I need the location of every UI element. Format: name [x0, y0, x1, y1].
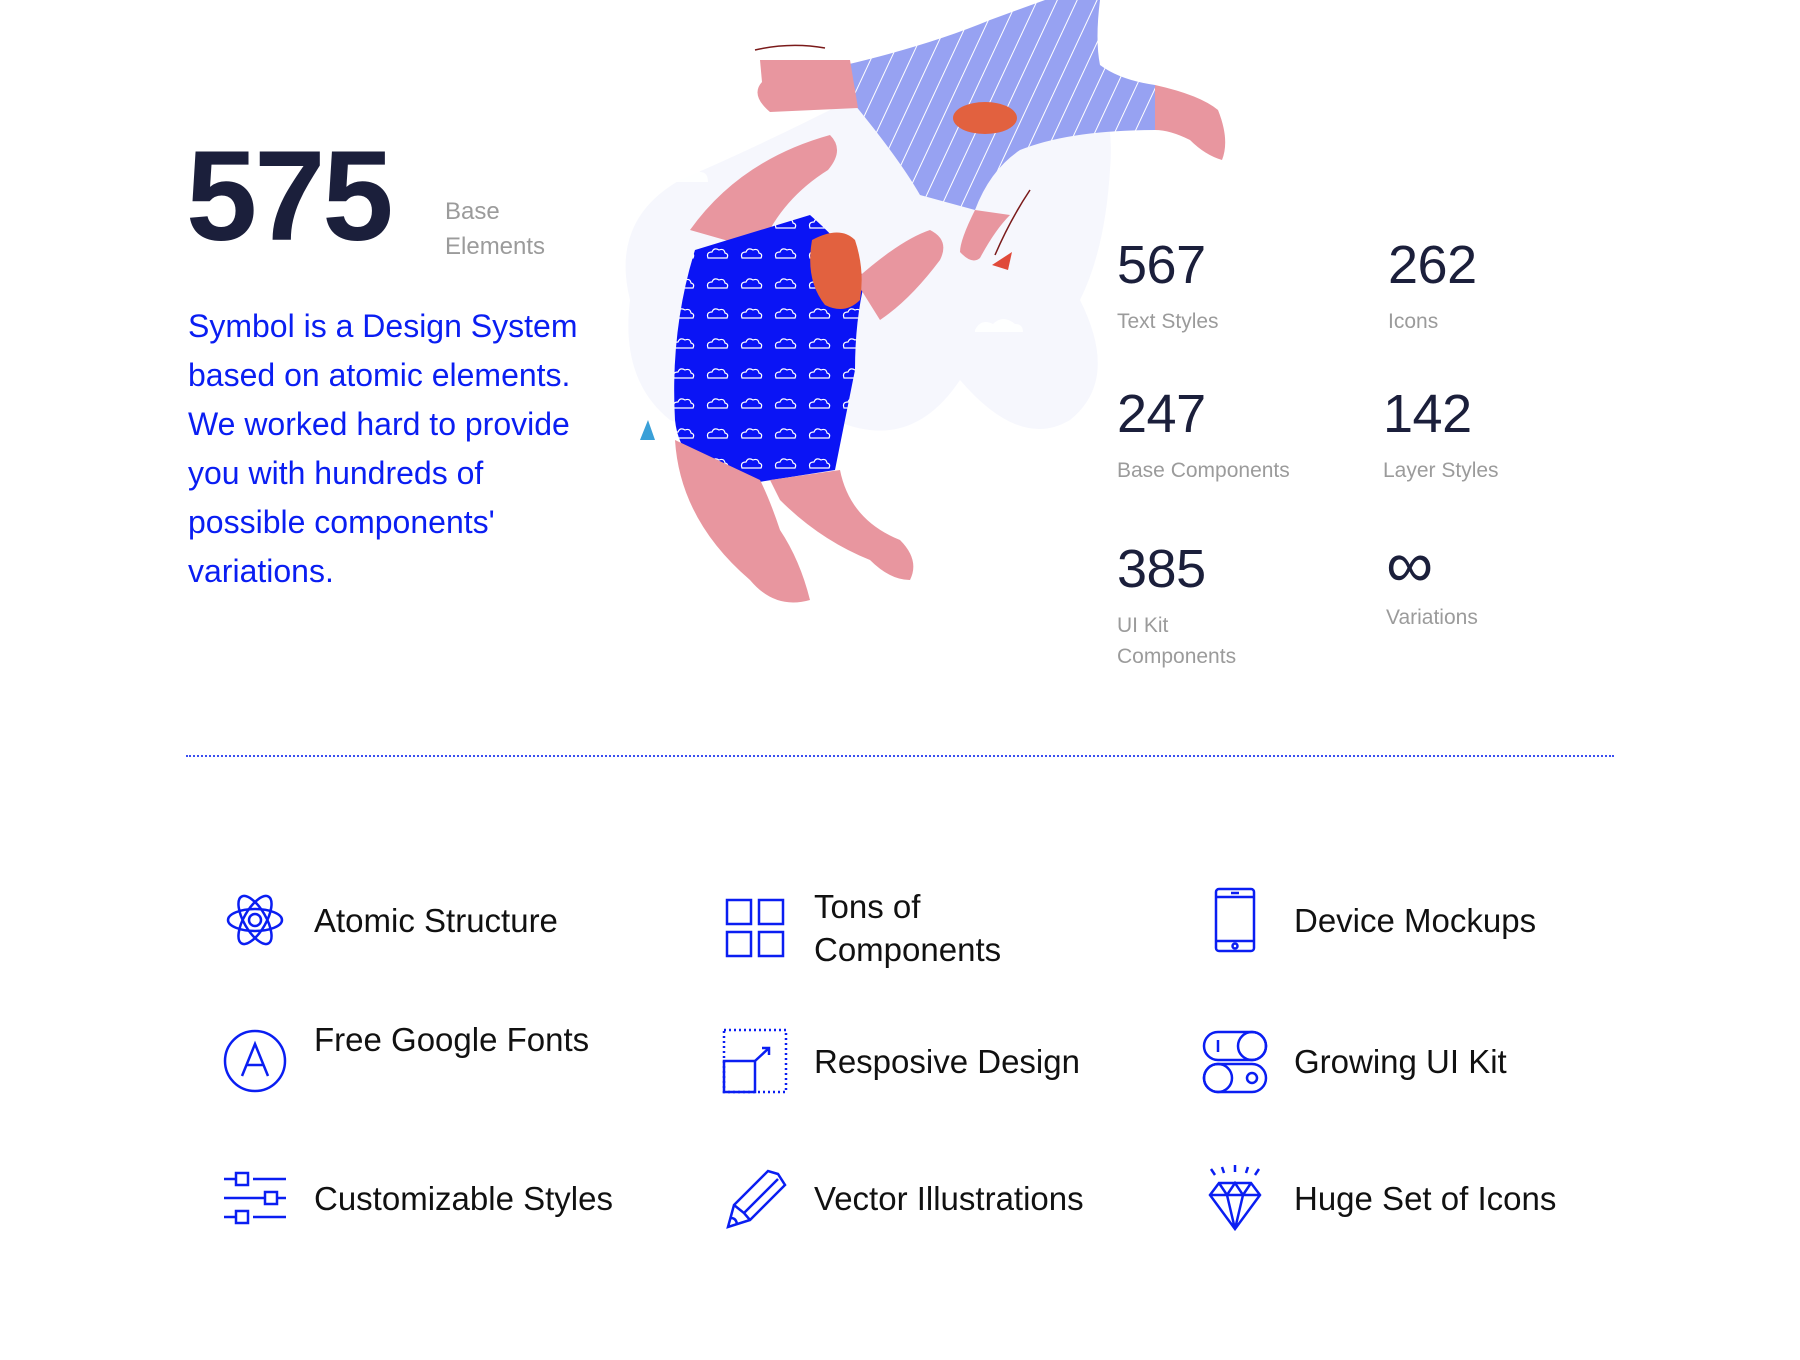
stat-ui-kit-components: 385 UI Kit Components — [1117, 542, 1267, 672]
pencil-icon — [720, 1163, 790, 1233]
infinity-symbol: ∞ — [1386, 527, 1433, 601]
feature-vector-illustrations: Vector Illustrations — [720, 1163, 1114, 1233]
stat-value: 247 — [1117, 384, 1206, 444]
stat-value: 567 — [1117, 235, 1206, 295]
feature-atomic-structure: Atomic Structure — [220, 885, 614, 955]
base-elements-count: 575 — [186, 125, 394, 268]
stat-value: 385 — [1117, 539, 1206, 599]
base-elements-label-line2: Elements — [445, 233, 546, 260]
feature-label: Resposive Design — [814, 1042, 1080, 1080]
atom-icon — [220, 885, 290, 955]
feature-label: Huge Set of Icons — [1294, 1179, 1557, 1217]
stat-label: Layer Styles — [1383, 459, 1499, 482]
stat-label: Icons — [1388, 310, 1439, 333]
feature-device-mockups: Device Mockups — [1200, 885, 1594, 955]
base-elements-label: Base Elements — [445, 194, 545, 264]
feature-label: Device Mockups — [1294, 901, 1537, 939]
stat-text-styles: 567 Text Styles — [1117, 238, 1337, 337]
stat-icons: 262 Icons — [1388, 238, 1608, 337]
feature-customizable-styles: Customizable Styles — [220, 1163, 614, 1233]
font-a-icon — [220, 1026, 290, 1096]
section-divider — [186, 755, 1614, 757]
sliders-icon — [220, 1163, 290, 1233]
stat-variations: ∞ Variations — [1386, 527, 1606, 633]
feature-huge-set-of-icons: Huge Set of Icons — [1200, 1163, 1594, 1233]
feature-label: Customizable Styles — [314, 1179, 613, 1217]
feature-tons-of-components: Tons of Components — [720, 885, 1114, 971]
feature-growing-ui-kit: Growing UI Kit — [1200, 1026, 1594, 1096]
feature-label: Atomic Structure — [314, 901, 558, 939]
stat-value: 262 — [1388, 235, 1477, 295]
toggle-icon — [1200, 1026, 1270, 1096]
resize-icon — [720, 1026, 790, 1096]
base-elements-label-line1: Base — [445, 198, 500, 225]
phone-icon — [1200, 885, 1270, 955]
feature-label: Vector Illustrations — [814, 1179, 1084, 1217]
feature-label: Growing UI Kit — [1294, 1042, 1507, 1080]
feature-label: Tons of Components — [814, 888, 1002, 968]
feature-free-google-fonts: Free Google Fonts — [220, 1021, 614, 1096]
feature-label: Free Google Fonts — [314, 1021, 590, 1058]
stat-label: UI Kit Components — [1117, 614, 1237, 668]
feature-responsive-design: Resposive Design — [720, 1026, 1114, 1096]
intro-paragraph: Symbol is a Design System based on atomi… — [188, 308, 578, 589]
stat-label: Variations — [1386, 606, 1478, 629]
stat-value: 142 — [1383, 384, 1472, 444]
diamond-icon — [1200, 1163, 1270, 1233]
stat-layer-styles: 142 Layer Styles — [1383, 387, 1603, 486]
stat-label: Base Components — [1117, 459, 1290, 482]
stat-label: Text Styles — [1117, 310, 1219, 333]
stat-base-components: 247 Base Components — [1117, 387, 1337, 486]
grid-icon — [720, 893, 790, 963]
